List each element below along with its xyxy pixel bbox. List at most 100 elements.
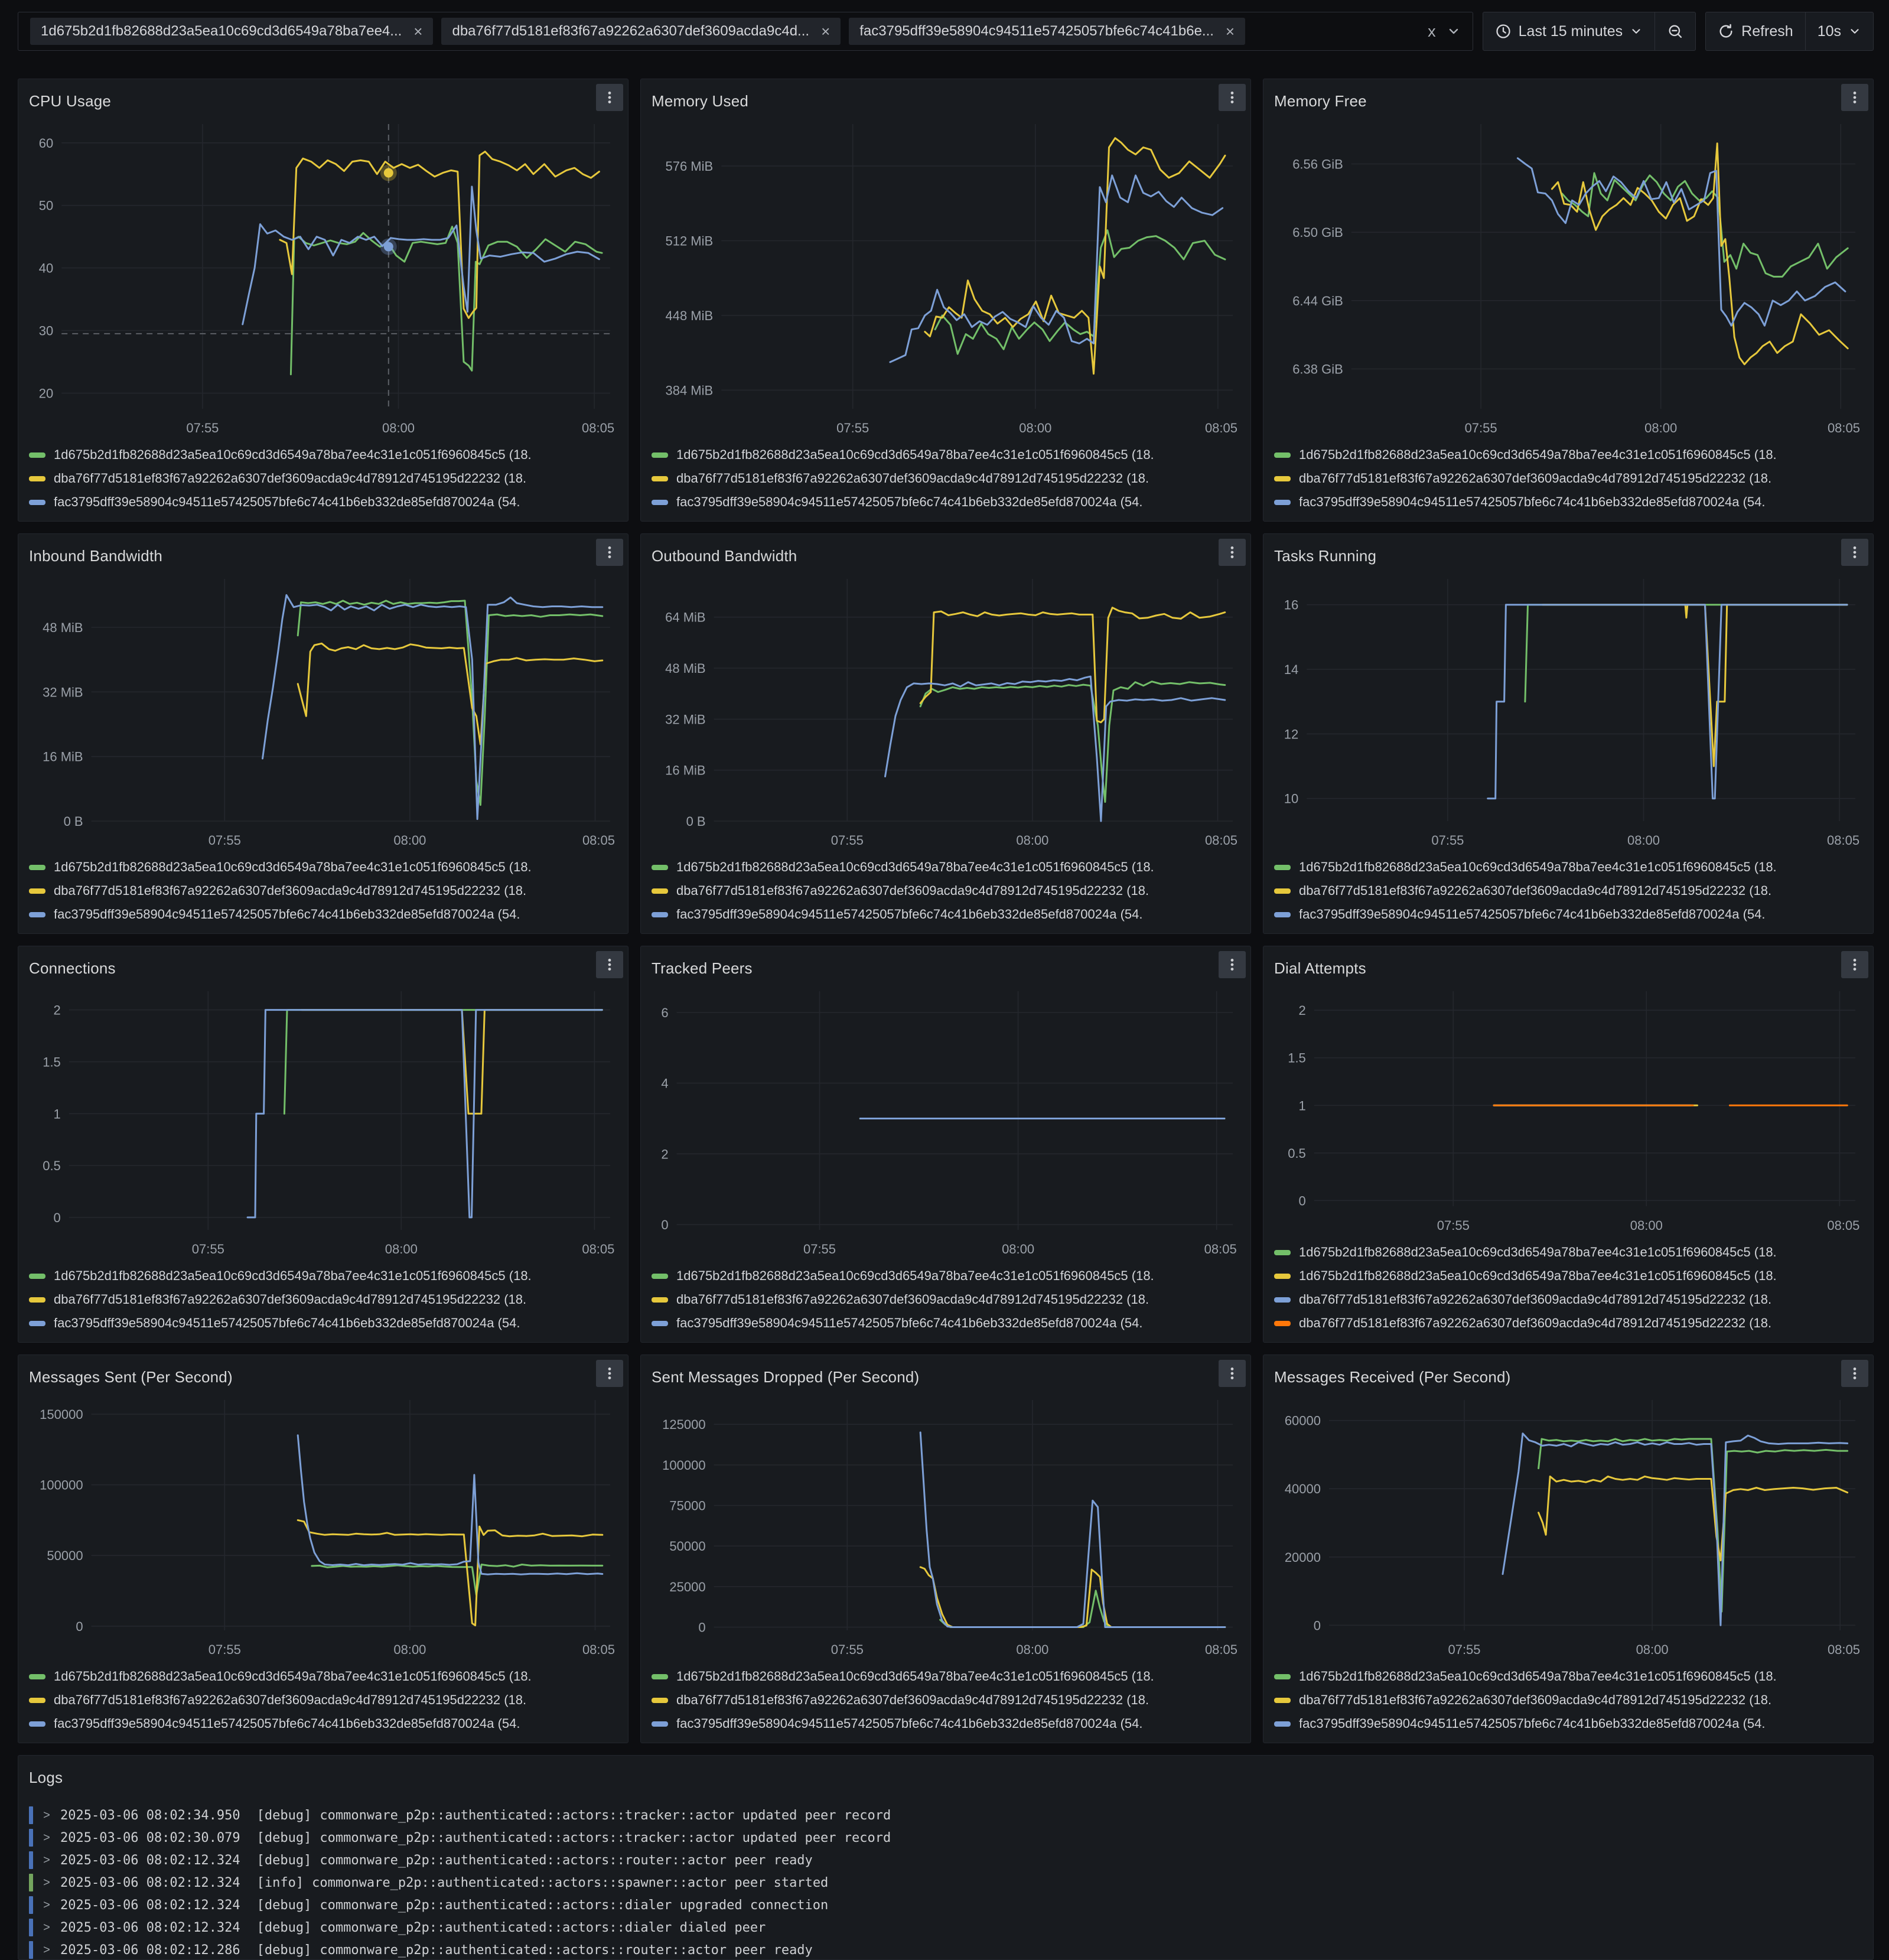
legend-item[interactable]: dba76f77d5181ef83f67a92262a6307def3609ac…: [29, 1688, 617, 1712]
legend: 1d675b2d1fb82688d23a5ea10c69cd3d6549a78b…: [1274, 1241, 1862, 1335]
chart-area[interactable]: 10 12 14 16 07:55 08:00 08:05: [1274, 569, 1862, 853]
panel-menu-icon[interactable]: [1841, 84, 1868, 111]
log-expand-icon[interactable]: >: [41, 1831, 52, 1845]
legend-item[interactable]: dba76f77d5181ef83f67a92262a6307def3609ac…: [1274, 879, 1862, 903]
legend-swatch: [652, 864, 668, 870]
log-row[interactable]: > 2025-03-06 08:02:34.950 [debug] commonwa…: [29, 1804, 1862, 1826]
chart-area[interactable]: 6.38 GiB 6.44 GiB 6.50 GiB 6.56 GiB 07:55 08:…: [1274, 115, 1862, 441]
panel-menu-icon[interactable]: [1841, 951, 1868, 978]
remove-filter-icon[interactable]: ×: [413, 22, 422, 41]
chart-area[interactable]: 0 0.5 1 1.5 2 07:55 08:00 08:05: [29, 982, 617, 1262]
log-expand-icon[interactable]: >: [41, 1943, 52, 1957]
legend-item[interactable]: fac3795dff39e58904c94511e57425057bfe6c74…: [652, 490, 1240, 514]
chart-area[interactable]: 0 20000 40000 60000 07:55 08:00 08:05: [1274, 1391, 1862, 1662]
legend-item[interactable]: 1d675b2d1fb82688d23a5ea10c69cd3d6549a78b…: [1274, 1241, 1862, 1264]
remove-filter-icon[interactable]: ×: [821, 22, 830, 41]
log-expand-icon[interactable]: >: [41, 1899, 52, 1912]
log-expand-icon[interactable]: >: [41, 1921, 52, 1935]
legend-item[interactable]: 1d675b2d1fb82688d23a5ea10c69cd3d6549a78b…: [1274, 443, 1862, 467]
log-expand-icon[interactable]: >: [41, 1876, 52, 1890]
legend-label: fac3795dff39e58904c94511e57425057bfe6c74…: [676, 1316, 1143, 1330]
legend-swatch: [1274, 864, 1291, 870]
legend-item[interactable]: dba76f77d5181ef83f67a92262a6307def3609ac…: [1274, 1288, 1862, 1311]
legend-item[interactable]: fac3795dff39e58904c94511e57425057bfe6c74…: [29, 490, 617, 514]
legend-item[interactable]: 1d675b2d1fb82688d23a5ea10c69cd3d6549a78b…: [29, 1665, 617, 1688]
log-row[interactable]: > 2025-03-06 08:02:12.324 [info] commonwar…: [29, 1871, 1862, 1894]
legend-item[interactable]: 1d675b2d1fb82688d23a5ea10c69cd3d6549a78b…: [29, 443, 617, 467]
panel-menu-icon[interactable]: [1219, 951, 1246, 978]
legend-item[interactable]: fac3795dff39e58904c94511e57425057bfe6c74…: [652, 903, 1240, 926]
panel-menu-icon[interactable]: [1219, 1360, 1246, 1387]
chart-area[interactable]: 384 MiB 448 MiB 512 MiB 576 MiB 07:55 08:00 08…: [652, 115, 1240, 441]
panel-menu-icon[interactable]: [1841, 1360, 1868, 1387]
svg-text:30: 30: [39, 324, 53, 338]
chart-area[interactable]: 0 B 16 MiB 32 MiB 48 MiB 07:55 08:00 08:05: [29, 569, 617, 853]
legend-item[interactable]: fac3795dff39e58904c94511e57425057bfe6c74…: [1274, 490, 1862, 514]
log-row[interactable]: > 2025-03-06 08:02:12.286 [debug] commonwa…: [29, 1939, 1862, 1959]
legend-item[interactable]: fac3795dff39e58904c94511e57425057bfe6c74…: [29, 903, 617, 926]
log-expand-icon[interactable]: >: [41, 1809, 52, 1822]
legend-item[interactable]: dba76f77d5181ef83f67a92262a6307def3609ac…: [29, 1288, 617, 1311]
legend-item[interactable]: 1d675b2d1fb82688d23a5ea10c69cd3d6549a78b…: [29, 855, 617, 879]
time-range-button[interactable]: Last 15 minutes: [1483, 12, 1655, 50]
panel-menu-icon[interactable]: [1219, 539, 1246, 566]
legend-item[interactable]: dba76f77d5181ef83f67a92262a6307def3609ac…: [1274, 1311, 1862, 1335]
legend-item[interactable]: fac3795dff39e58904c94511e57425057bfe6c74…: [1274, 1712, 1862, 1736]
legend-label: 1d675b2d1fb82688d23a5ea10c69cd3d6549a78b…: [54, 1669, 532, 1684]
zoom-out-button[interactable]: [1654, 12, 1695, 50]
legend-item[interactable]: dba76f77d5181ef83f67a92262a6307def3609ac…: [652, 467, 1240, 490]
legend-item[interactable]: fac3795dff39e58904c94511e57425057bfe6c74…: [652, 1311, 1240, 1335]
remove-filter-icon[interactable]: ×: [1226, 22, 1235, 41]
legend-item[interactable]: fac3795dff39e58904c94511e57425057bfe6c74…: [652, 1712, 1240, 1736]
legend-item[interactable]: dba76f77d5181ef83f67a92262a6307def3609ac…: [29, 879, 617, 903]
filter-chip[interactable]: dba76f77d5181ef83f67a92262a6307def3609ac…: [441, 18, 841, 45]
chevron-down-icon[interactable]: [1447, 24, 1461, 38]
legend-label: fac3795dff39e58904c94511e57425057bfe6c74…: [676, 1716, 1143, 1731]
clear-filters-icon[interactable]: x: [1428, 22, 1436, 41]
chart-area[interactable]: 0 2 4 6 07:55 08:00 08:05: [652, 982, 1240, 1262]
refresh-button[interactable]: Refresh: [1706, 12, 1805, 50]
legend-swatch: [1274, 1249, 1291, 1255]
legend-label: fac3795dff39e58904c94511e57425057bfe6c74…: [54, 907, 520, 922]
log-expand-icon[interactable]: >: [41, 1854, 52, 1867]
legend-item[interactable]: fac3795dff39e58904c94511e57425057bfe6c74…: [29, 1712, 617, 1736]
panel-menu-icon[interactable]: [1219, 84, 1246, 111]
legend-item[interactable]: 1d675b2d1fb82688d23a5ea10c69cd3d6549a78b…: [1274, 1264, 1862, 1288]
panel-menu-icon[interactable]: [596, 84, 623, 111]
panel-menu-icon[interactable]: [596, 539, 623, 566]
svg-text:50000: 50000: [47, 1548, 83, 1563]
chart-area[interactable]: 0 25000 50000 75000 100000 125000 07:55 08:00 08…: [652, 1391, 1240, 1662]
legend-item[interactable]: dba76f77d5181ef83f67a92262a6307def3609ac…: [29, 467, 617, 490]
legend-item[interactable]: fac3795dff39e58904c94511e57425057bfe6c74…: [1274, 903, 1862, 926]
filter-chip[interactable]: fac3795dff39e58904c94511e57425057bfe6c74…: [849, 18, 1246, 45]
refresh-interval-button[interactable]: 10s: [1805, 12, 1873, 50]
legend-item[interactable]: 1d675b2d1fb82688d23a5ea10c69cd3d6549a78b…: [1274, 855, 1862, 879]
log-row[interactable]: > 2025-03-06 08:02:12.324 [debug] commonwa…: [29, 1916, 1862, 1939]
panel-menu-icon[interactable]: [1841, 539, 1868, 566]
legend-item[interactable]: fac3795dff39e58904c94511e57425057bfe6c74…: [29, 1311, 617, 1335]
filter-chip[interactable]: 1d675b2d1fb82688d23a5ea10c69cd3d6549a78b…: [30, 18, 434, 45]
legend-item[interactable]: 1d675b2d1fb82688d23a5ea10c69cd3d6549a78b…: [652, 443, 1240, 467]
log-row[interactable]: > 2025-03-06 08:02:30.079 [debug] commonwa…: [29, 1826, 1862, 1849]
legend-item[interactable]: dba76f77d5181ef83f67a92262a6307def3609ac…: [652, 879, 1240, 903]
panel-menu-icon[interactable]: [596, 1360, 623, 1387]
adhoc-filter-input[interactable]: 1d675b2d1fb82688d23a5ea10c69cd3d6549a78b…: [18, 12, 1473, 51]
chart-area[interactable]: 0 0.5 1 1.5 2 07:55 08:00 08:05: [1274, 982, 1862, 1238]
legend-item[interactable]: dba76f77d5181ef83f67a92262a6307def3609ac…: [1274, 467, 1862, 490]
legend-item[interactable]: 1d675b2d1fb82688d23a5ea10c69cd3d6549a78b…: [652, 1665, 1240, 1688]
legend-item[interactable]: 1d675b2d1fb82688d23a5ea10c69cd3d6549a78b…: [652, 855, 1240, 879]
log-row[interactable]: > 2025-03-06 08:02:12.324 [debug] commonwa…: [29, 1849, 1862, 1871]
log-row[interactable]: > 2025-03-06 08:02:12.324 [debug] commonwa…: [29, 1894, 1862, 1916]
chart-area[interactable]: 0 B 16 MiB 32 MiB 48 MiB 64 MiB 07:55 08:00 08:…: [652, 569, 1240, 853]
legend-item[interactable]: dba76f77d5181ef83f67a92262a6307def3609ac…: [1274, 1688, 1862, 1712]
legend-item[interactable]: 1d675b2d1fb82688d23a5ea10c69cd3d6549a78b…: [29, 1264, 617, 1288]
legend-item[interactable]: dba76f77d5181ef83f67a92262a6307def3609ac…: [652, 1688, 1240, 1712]
log-level-bar: [29, 1806, 33, 1824]
legend-item[interactable]: dba76f77d5181ef83f67a92262a6307def3609ac…: [652, 1288, 1240, 1311]
legend-item[interactable]: 1d675b2d1fb82688d23a5ea10c69cd3d6549a78b…: [652, 1264, 1240, 1288]
legend-item[interactable]: 1d675b2d1fb82688d23a5ea10c69cd3d6549a78b…: [1274, 1665, 1862, 1688]
filter-chips: 1d675b2d1fb82688d23a5ea10c69cd3d6549a78b…: [30, 18, 1246, 45]
chart-area[interactable]: 20 30 40 50 60 07:55 08:00 08:05: [29, 115, 617, 441]
chart-area[interactable]: 0 50000 100000 150000 07:55 08:00 08:05: [29, 1391, 617, 1662]
panel-menu-icon[interactable]: [596, 951, 623, 978]
